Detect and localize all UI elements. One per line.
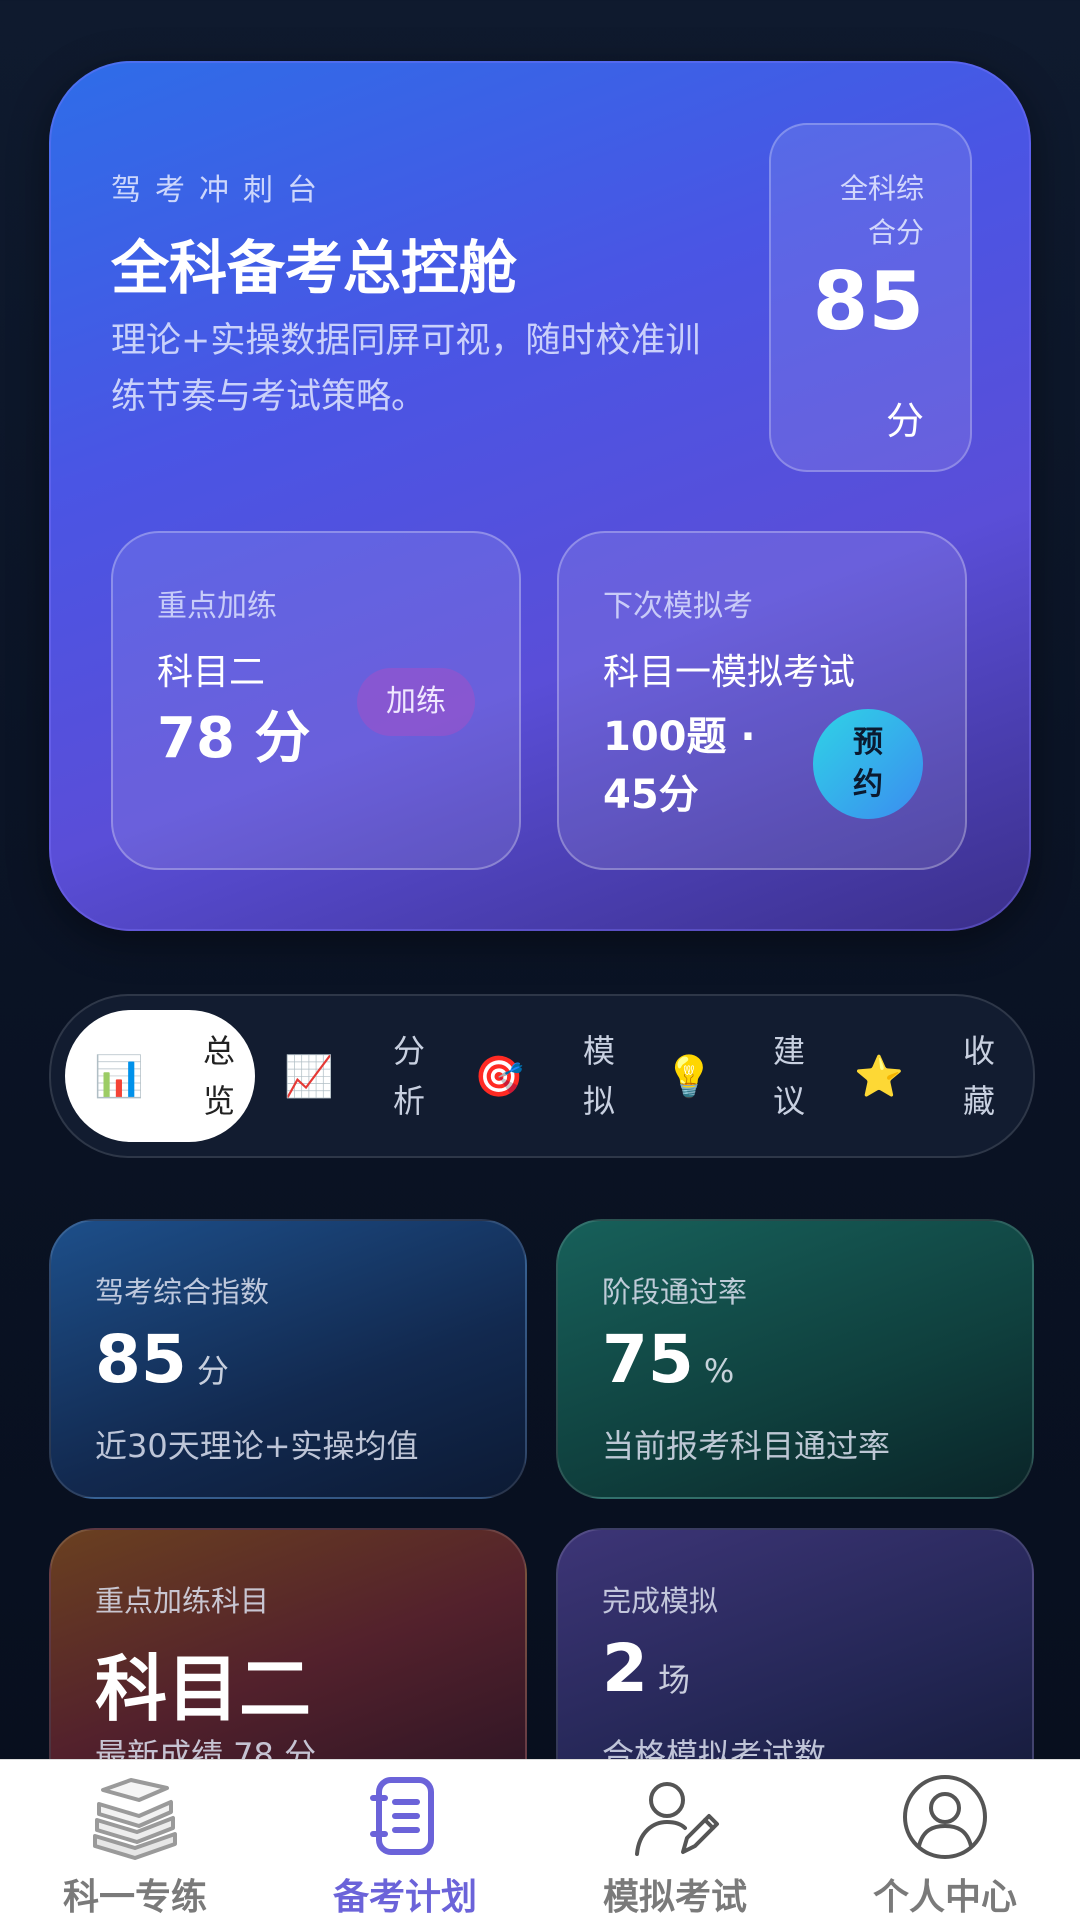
- nav-label: 个人中心: [872, 1877, 1017, 1918]
- stat-card-number: 2: [602, 1630, 648, 1707]
- bar-chart-icon: 📊: [94, 1053, 144, 1100]
- focus-practice-label: 重点加练: [157, 589, 277, 624]
- next-mock-label: 下次模拟考: [603, 589, 753, 624]
- hero-description: 理论+实操数据同屏可视，随时校准训练节奏与考试策略。: [111, 321, 701, 417]
- stat-card-number: 科目二: [95, 1647, 312, 1731]
- stat-card-number: 85: [95, 1321, 187, 1398]
- tab-mock[interactable]: 🎯 模拟: [445, 1010, 635, 1142]
- tab-favorites[interactable]: ⭐ 收藏: [825, 1010, 1015, 1142]
- nav-study-plan[interactable]: 备考计划: [270, 1760, 540, 1921]
- tab-overview-label: 总览: [202, 1032, 235, 1120]
- tab-overview[interactable]: 📊 总览: [65, 1010, 255, 1142]
- tab-analysis-label: 分析: [392, 1032, 425, 1120]
- focus-practice-card[interactable]: 重点加练 科目二 78 分 加练: [111, 531, 521, 870]
- overall-score-box: 全科综合分 85 分: [769, 123, 972, 472]
- hero-panel: 驾考冲刺台 全科备考总控舱 理论+实操数据同屏可视，随时校准训练节奏与考试策略。…: [49, 61, 1031, 931]
- reserve-button[interactable]: 预约: [813, 709, 923, 819]
- stat-card-label: 阶段通过率: [602, 1275, 748, 1309]
- profile-icon: [903, 1775, 987, 1859]
- overall-score-unit: 分: [885, 399, 924, 443]
- bottom-nav: 科一专练 备考计划 模拟考试 个人中心: [0, 1759, 1080, 1921]
- tab-advice[interactable]: 💡 建议: [635, 1010, 825, 1142]
- stat-card-value: 科目二: [95, 1630, 311, 1735]
- books-icon: [93, 1778, 177, 1860]
- stat-card-label: 驾考综合指数: [95, 1275, 270, 1309]
- stat-card-desc: 当前报考科目通过率: [602, 1427, 891, 1465]
- nav-mock-exam[interactable]: 模拟考试: [540, 1760, 810, 1921]
- reserve-button-label: 预约: [853, 725, 883, 802]
- stat-card-pass-rate[interactable]: 阶段通过率 75% 当前报考科目通过率: [556, 1219, 1034, 1499]
- focus-practice-subject: 科目二: [157, 652, 266, 693]
- next-mock-exam: 科目一模拟考试: [603, 652, 856, 693]
- overall-score-value: 85: [812, 255, 924, 348]
- next-mock-detail: 100题 · 45分: [603, 714, 756, 818]
- overall-score-label: 全科综合分: [839, 172, 924, 249]
- lightbulb-icon: 💡: [664, 1053, 714, 1100]
- stat-card-unit: 分: [196, 1352, 229, 1390]
- stat-card-value: 85 分: [95, 1321, 229, 1398]
- tab-favorites-label: 收藏: [962, 1032, 995, 1120]
- nav-label: 模拟考试: [602, 1877, 747, 1918]
- stat-card-unit: 场: [657, 1661, 690, 1699]
- hero-title: 全科备考总控舱: [111, 234, 518, 302]
- focus-practice-score: 78 分: [157, 706, 311, 771]
- stat-card-label: 重点加练科目: [95, 1584, 270, 1618]
- stat-card-desc: 近30天理论+实操均值: [95, 1427, 419, 1465]
- hero-subtitle: 驾考冲刺台: [111, 173, 331, 208]
- nav-profile[interactable]: 个人中心: [810, 1760, 1080, 1921]
- target-icon: 🎯: [474, 1053, 524, 1100]
- nav-label: 备考计划: [332, 1877, 477, 1918]
- stat-card-value: 2场: [602, 1630, 690, 1707]
- nav-label: 科一专练: [62, 1877, 207, 1918]
- stat-card-unit: %: [703, 1352, 735, 1390]
- next-mock-card[interactable]: 下次模拟考 科目一模拟考试 100题 · 45分 预约: [557, 531, 967, 870]
- stat-card-number: 75: [602, 1321, 694, 1398]
- tab-analysis[interactable]: 📈 分析: [255, 1010, 445, 1142]
- tab-mock-label: 模拟: [582, 1032, 615, 1120]
- tab-advice-label: 建议: [772, 1032, 805, 1120]
- user-edit-icon: [635, 1782, 719, 1856]
- trend-chart-icon: 📈: [284, 1053, 334, 1100]
- nav-subject-one-practice[interactable]: 科一专练: [0, 1760, 270, 1921]
- stat-card-value: 75%: [602, 1321, 734, 1398]
- practice-button[interactable]: 加练: [357, 668, 475, 736]
- segment-tabs: 📊 总览 📈 分析 🎯 模拟 💡 建议 ⭐ 收藏: [49, 994, 1035, 1158]
- stat-card-composite-index[interactable]: 驾考综合指数 85 分 近30天理论+实操均值: [49, 1219, 527, 1499]
- plan-list-icon: [370, 1777, 434, 1855]
- stat-card-label: 完成模拟: [602, 1584, 719, 1618]
- star-icon: ⭐: [854, 1053, 904, 1100]
